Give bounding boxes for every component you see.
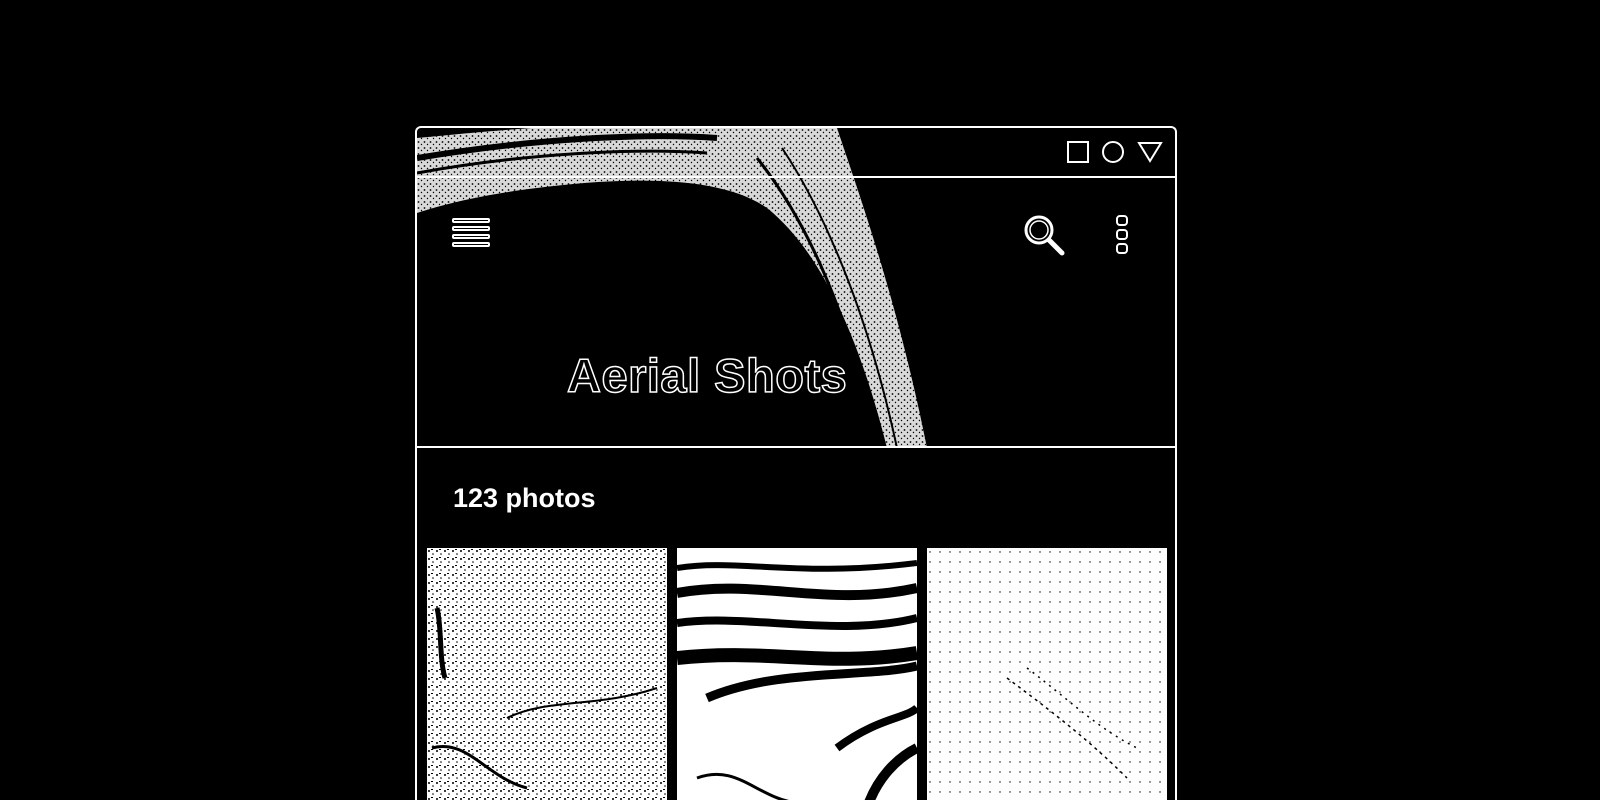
photo-tile-1[interactable] [427, 548, 667, 800]
circle-home-icon[interactable] [1101, 140, 1125, 169]
triangle-back-icon[interactable] [1137, 141, 1163, 168]
album-header-image: Aerial Shots [417, 128, 1175, 448]
photo-grid [427, 548, 1167, 800]
search-button[interactable] [1021, 212, 1065, 256]
app-bar [417, 178, 1175, 288]
hamburger-menu-icon [452, 218, 490, 247]
menu-button[interactable] [451, 213, 493, 255]
status-bar [417, 128, 1175, 178]
system-nav-buttons [1067, 140, 1163, 169]
photo-count: 123 photos [453, 483, 596, 513]
photo-tile-2[interactable] [677, 548, 917, 800]
more-vert-icon [1116, 215, 1128, 254]
more-options-button[interactable] [1109, 212, 1135, 256]
search-icon [1024, 215, 1065, 256]
square-recents-icon[interactable] [1067, 141, 1089, 168]
album-title: Aerial Shots [566, 348, 848, 403]
photo-tile-3[interactable] [927, 548, 1167, 800]
phone-frame: Aerial Shots 123 photos [415, 126, 1177, 800]
